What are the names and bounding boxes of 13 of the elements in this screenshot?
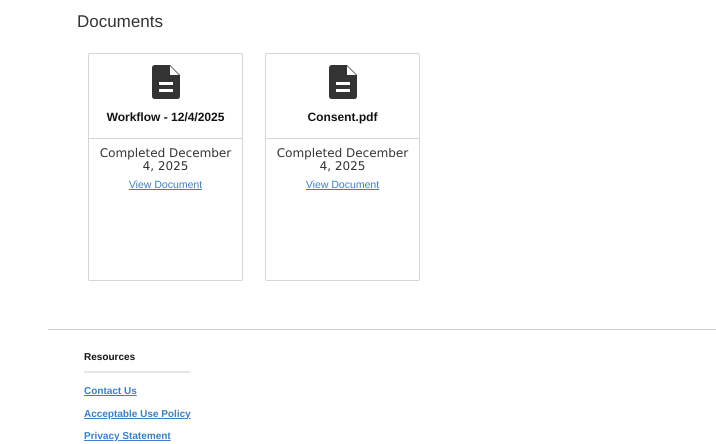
- document-status: Completed December 4, 2025: [276, 147, 410, 173]
- footer-link[interactable]: Privacy Statement: [84, 431, 171, 442]
- section-title: Documents: [76, 11, 163, 32]
- view-document-link[interactable]: View Document: [306, 179, 380, 191]
- view-document-link[interactable]: View Document: [128, 179, 202, 191]
- document-name: Consent.pdf: [308, 110, 378, 124]
- footer-link[interactable]: Acceptable Use Policy: [84, 408, 191, 420]
- document-icon: [328, 65, 356, 99]
- footer-heading: Resources: [84, 352, 190, 373]
- document-icon: [152, 65, 180, 99]
- document-status: Completed December 4, 2025: [98, 147, 232, 173]
- document-name: Workflow - 12/4/2025: [106, 110, 224, 124]
- footer-link[interactable]: Contact Us: [84, 386, 137, 397]
